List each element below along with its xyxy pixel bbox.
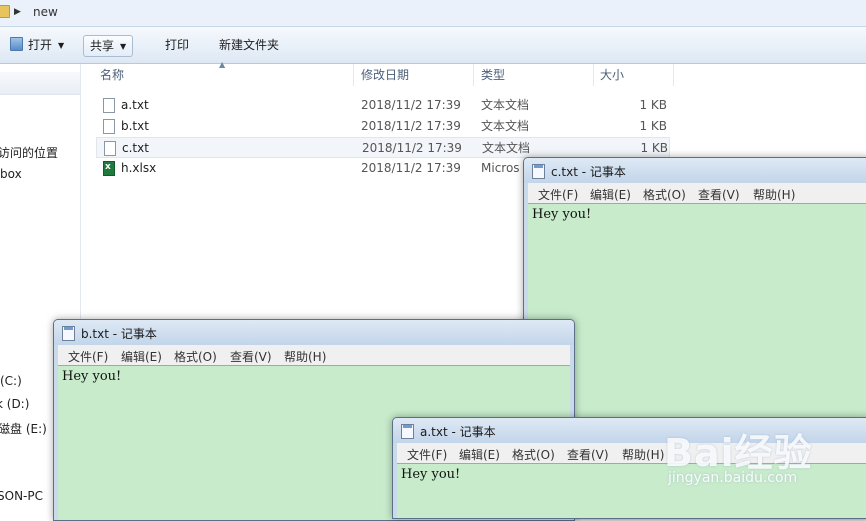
menu-file[interactable]: 文件(F) [407,446,447,463]
file-size: 1 KB [640,141,668,155]
menu-edit[interactable]: 编辑(E) [459,446,500,463]
file-date: 2018/11/2 17:39 [361,119,461,133]
window-title: c.txt - 记事本 [551,165,626,179]
nav-item-drive-c[interactable]: (C:) [0,374,22,388]
menu-file[interactable]: 文件(F) [538,186,578,203]
new-folder-button[interactable]: 新建文件夹 [213,35,285,55]
notepad-titlebar[interactable]: b.txt - 记事本 [54,320,574,345]
command-bar: 打开 ▼ 共享 ▼ 打印 新建文件夹 [0,27,866,64]
nav-header-strip [0,72,80,95]
breadcrumb-current[interactable]: new [33,5,58,19]
text-file-icon [104,141,116,156]
menu-format[interactable]: 格式(O) [512,446,555,463]
notepad-icon [532,164,545,179]
document-text: Hey you! [62,369,122,384]
column-header-type[interactable]: 类型 [474,64,594,86]
file-name: h.xlsx [121,161,157,175]
menu-view[interactable]: 查看(V) [567,446,609,463]
column-header-name[interactable]: 名称 [82,64,354,86]
file-type: 文本文档 [481,119,530,133]
file-row-a-txt[interactable]: a.txt 2018/11/2 17:39 文本文档 1 KB [96,95,670,116]
nav-item-computer[interactable]: SON-PC [0,489,43,503]
file-name: c.txt [122,141,149,155]
nav-item-dropbox[interactable]: box [0,167,22,181]
window-title: b.txt - 记事本 [81,327,157,341]
menu-bar: 文件(F) 编辑(E) 格式(O) 查看(V) 帮助(H) [528,183,866,204]
file-row-b-txt[interactable]: b.txt 2018/11/2 17:39 文本文档 1 KB [96,116,670,137]
nav-item-recent-places[interactable]: 访问的位置 [0,144,58,161]
notepad-icon [401,424,414,439]
folder-icon [0,5,10,18]
menu-help[interactable]: 帮助(H) [753,186,795,203]
document-text: Hey you! [532,207,592,222]
column-header-size[interactable]: 大小 [594,64,674,86]
baidu-jingyan-watermark: Bai经验 jingyan.baidu.com [658,418,858,506]
column-header-date[interactable]: 修改日期 [354,64,474,86]
menu-file[interactable]: 文件(F) [68,348,108,365]
menu-bar: 文件(F) 编辑(E) 格式(O) 查看(V) 帮助(H) [58,345,570,366]
menu-help[interactable]: 帮助(H) [284,348,326,365]
open-icon [10,37,23,51]
text-file-icon [103,98,115,113]
notepad-icon [62,326,75,341]
menu-format[interactable]: 格式(O) [174,348,217,365]
menu-view[interactable]: 查看(V) [698,186,740,203]
breadcrumb-arrow-icon[interactable]: ▶ [14,7,21,17]
window-title: a.txt - 记事本 [420,425,496,439]
menu-edit[interactable]: 编辑(E) [590,186,631,203]
file-name: a.txt [121,98,149,112]
document-text: Hey you! [401,467,461,482]
file-size: 1 KB [639,119,667,133]
chevron-down-icon: ▼ [58,41,65,50]
file-type: Micros [481,161,520,175]
print-button[interactable]: 打印 [159,35,195,55]
menu-format[interactable]: 格式(O) [643,186,686,203]
file-date: 2018/11/2 17:39 [361,161,461,175]
menu-edit[interactable]: 编辑(E) [121,348,162,365]
nav-item-drive-e[interactable]: 磁盘 (E:) [0,420,47,437]
file-date: 2018/11/2 17:39 [361,98,461,112]
open-button[interactable]: 打开 ▼ [4,35,70,55]
address-bar[interactable]: ▶ new [0,0,866,27]
notepad-titlebar[interactable]: c.txt - 记事本 [524,158,866,183]
chevron-down-icon: ▼ [120,42,127,51]
text-file-icon [103,119,115,134]
file-date: 2018/11/2 17:39 [362,141,462,155]
file-row-c-txt[interactable]: c.txt 2018/11/2 17:39 文本文档 1 KB [96,137,670,158]
file-size: 1 KB [639,98,667,112]
share-button[interactable]: 共享 ▼ [83,35,134,57]
nav-item-drive-d[interactable]: k (D:) [0,397,29,411]
file-type: 文本文档 [481,98,530,112]
excel-file-icon [103,157,115,178]
watermark-brand: Bai经验 [664,431,813,475]
file-name: b.txt [121,119,149,133]
watermark-url: jingyan.baidu.com [668,470,798,486]
menu-view[interactable]: 查看(V) [230,348,272,365]
file-type: 文本文档 [482,141,531,155]
